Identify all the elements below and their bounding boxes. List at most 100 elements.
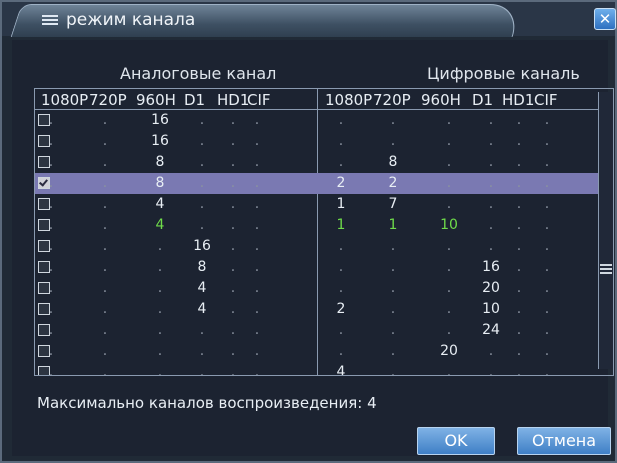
table-row[interactable]: ... 4..... 20..	[35, 278, 601, 299]
table-cell: .	[516, 112, 522, 128]
table-cell: .	[102, 238, 108, 254]
table-cell: .	[199, 133, 205, 149]
table-row[interactable]: .. 16.........	[35, 110, 601, 131]
table-cell: .	[446, 133, 452, 149]
table-cell: .	[157, 259, 163, 275]
column-header: 960H	[136, 91, 176, 109]
table-cell: .	[390, 238, 396, 254]
table-cell: .	[102, 217, 108, 233]
table-cell: .	[488, 238, 494, 254]
table-cell: .	[48, 217, 54, 233]
column-header-row: 1080P 720P 960H D1 HD1 CIF 1080P 720P 960H D1 HD1 C…	[35, 89, 613, 110]
column-header: HD1	[217, 91, 250, 109]
table-cell: 1	[336, 217, 346, 233]
ok-button[interactable]: OK	[417, 427, 495, 455]
table-cell: .	[544, 238, 550, 254]
table-row[interactable]: ... 4.. 2.. 10..	[35, 299, 601, 320]
table-cell: .	[488, 112, 494, 128]
table-row[interactable]: ......4.....	[35, 362, 601, 376]
scroll-thumb-grip[interactable]	[600, 268, 612, 270]
table-cell: .	[544, 175, 550, 191]
table-cell: 20	[440, 343, 458, 359]
table-row[interactable]: ........ 20...	[35, 341, 601, 362]
column-header: 1080P	[41, 91, 89, 109]
table-cell: .	[446, 175, 452, 191]
table-cell: .	[338, 133, 344, 149]
menu-lines-icon	[42, 14, 60, 26]
vertical-scrollbar[interactable]	[598, 92, 614, 369]
table-cell: .	[488, 196, 494, 212]
column-header: CIF	[534, 91, 558, 109]
table-cell: .	[254, 364, 260, 376]
table-cell: .	[488, 154, 494, 170]
table-row[interactable]: ... 16........	[35, 236, 601, 257]
table-row[interactable]: ..8...22....	[35, 173, 601, 194]
table-cell: .	[544, 343, 550, 359]
table-cell: .	[254, 322, 260, 338]
table-cell: .	[488, 343, 494, 359]
max-playback-channels: Максимально каналов воспроизведения: 4	[37, 394, 377, 412]
table-cell: .	[157, 343, 163, 359]
dialog-title: режим канала	[66, 10, 196, 30]
digital-header: Цифровые каналь	[427, 64, 580, 83]
column-header: D1	[472, 91, 494, 109]
table-cell: .	[102, 175, 108, 191]
table-cell: .	[516, 322, 522, 338]
table-cell: .	[390, 259, 396, 275]
table-cell: .	[48, 154, 54, 170]
table-cell: .	[157, 238, 163, 254]
table-row[interactable]: .. 4... 1 1 10...	[35, 215, 601, 236]
table-cell: 7	[388, 196, 398, 212]
title-group: режим канала	[42, 8, 195, 32]
table-cell: .	[516, 280, 522, 296]
table-cell: .	[254, 133, 260, 149]
table-cell: .	[157, 364, 163, 376]
table-cell: .	[390, 364, 396, 376]
table-row[interactable]: .. 16.........	[35, 131, 601, 152]
close-button[interactable]: ✕	[594, 8, 616, 30]
table-row[interactable]: ..4...17....	[35, 194, 601, 215]
table-cell: .	[446, 196, 452, 212]
table-cell: .	[338, 322, 344, 338]
table-row[interactable]: ... 8..... 16..	[35, 257, 601, 278]
table-cell: .	[516, 217, 522, 233]
table-cell: .	[516, 259, 522, 275]
table-cell: .	[338, 343, 344, 359]
title-bar: режим канала ✕	[2, 2, 616, 37]
table-cell: .	[516, 154, 522, 170]
table-cell: .	[157, 280, 163, 296]
column-header: HD1	[502, 91, 535, 109]
table-cell: .	[544, 259, 550, 275]
table-row[interactable]: ..8....8....	[35, 152, 601, 173]
table-cell: .	[48, 364, 54, 376]
table-cell: .	[254, 217, 260, 233]
table-cell: .	[199, 217, 205, 233]
table-cell: .	[102, 322, 108, 338]
table-cell: .	[488, 175, 494, 191]
table-cell: 8	[388, 154, 398, 170]
table-cell: 16	[151, 133, 169, 149]
table-cell: .	[446, 322, 452, 338]
column-header: 720P	[373, 91, 411, 109]
table-cell: .	[199, 154, 205, 170]
table-cell: .	[254, 301, 260, 317]
table-cell: .	[254, 280, 260, 296]
table-cell: .	[446, 280, 452, 296]
table-cell: .	[199, 322, 205, 338]
table-cell: .	[157, 322, 163, 338]
table-cell: .	[102, 343, 108, 359]
table-cell: 2	[388, 175, 398, 191]
column-header: 720P	[89, 91, 127, 109]
cancel-button[interactable]: Отмена	[517, 427, 611, 455]
table-row[interactable]: ......... 24..	[35, 320, 601, 341]
column-header: 960H	[421, 91, 461, 109]
table-cell: .	[338, 259, 344, 275]
table-cell: 4	[155, 217, 165, 233]
table-cell: 4	[336, 364, 346, 376]
table-cell: 4	[197, 280, 207, 296]
table-cell: .	[102, 301, 108, 317]
column-header: D1	[184, 91, 206, 109]
table-cell: 1	[336, 196, 346, 212]
table-cell: .	[338, 154, 344, 170]
table-cell: .	[446, 301, 452, 317]
